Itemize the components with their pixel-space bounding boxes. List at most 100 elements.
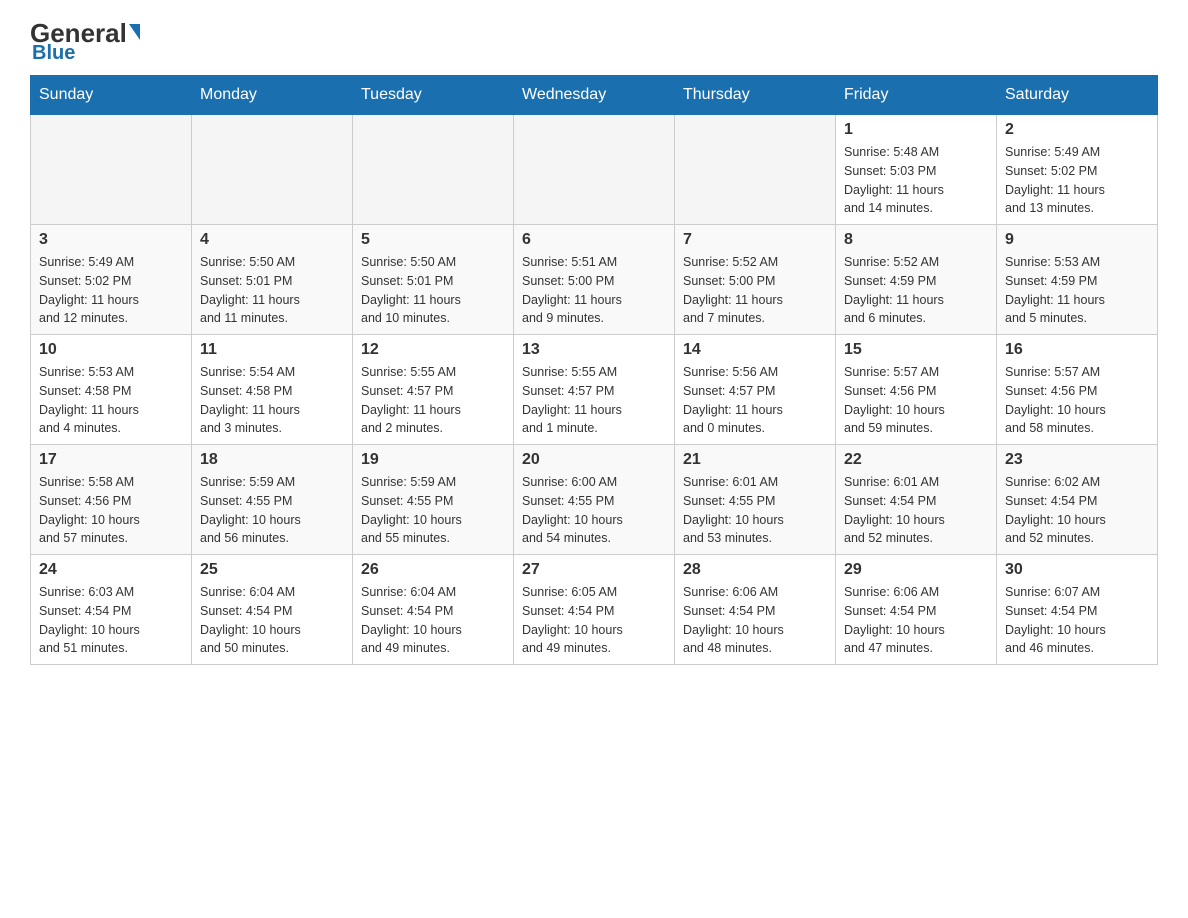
day-info: Sunrise: 6:04 AM Sunset: 4:54 PM Dayligh…	[361, 583, 505, 658]
calendar-cell: 16Sunrise: 5:57 AM Sunset: 4:56 PM Dayli…	[997, 335, 1158, 445]
day-info: Sunrise: 5:51 AM Sunset: 5:00 PM Dayligh…	[522, 253, 666, 328]
day-number: 22	[844, 451, 988, 469]
calendar-cell: 30 Sunrise: 6:07 AM Sunset: 4:54 PM Dayli…	[997, 555, 1158, 665]
day-info: Sunrise: 5:55 AM Sunset: 4:57 PM Dayligh…	[522, 363, 666, 438]
day-info: Sunrise: 5:57 AM Sunset: 4:56 PM Dayligh…	[1005, 363, 1149, 438]
day-number: 12	[361, 341, 505, 359]
day-number: 27	[522, 561, 666, 579]
calendar-cell: 7 Sunrise: 5:52 AM Sunset: 5:00 PM Daylig…	[675, 225, 836, 335]
calendar-cell: 22Sunrise: 6:01 AM Sunset: 4:54 PM Dayli…	[836, 445, 997, 555]
logo: General Blue	[30, 20, 140, 65]
calendar-cell: 1 Sunrise: 5:48 AM Sunset: 5:03 PM Daylig…	[836, 115, 997, 225]
calendar-cell: 13 Sunrise: 5:55 AM Sunset: 4:57 PM Dayli…	[514, 335, 675, 445]
day-number: 1	[844, 121, 988, 139]
day-number: 23	[1005, 451, 1149, 469]
calendar-cell: 15 Sunrise: 5:57 AM Sunset: 4:56 PM Dayli…	[836, 335, 997, 445]
day-number: 29	[844, 561, 988, 579]
calendar-cell: 24 Sunrise: 6:03 AM Sunset: 4:54 PM Dayli…	[31, 555, 192, 665]
calendar-cell: 2 Sunrise: 5:49 AM Sunset: 5:02 PM Daylig…	[997, 115, 1158, 225]
calendar-cell: 4 Sunrise: 5:50 AM Sunset: 5:01 PM Daylig…	[192, 225, 353, 335]
day-number: 9	[1005, 231, 1149, 249]
logo-triangle-icon	[129, 24, 140, 40]
day-info: Sunrise: 5:52 AM Sunset: 4:59 PM Dayligh…	[844, 253, 988, 328]
calendar-cell: 20 Sunrise: 6:00 AM Sunset: 4:55 PM Dayli…	[514, 445, 675, 555]
calendar-cell: 5 Sunrise: 5:50 AM Sunset: 5:01 PM Daylig…	[353, 225, 514, 335]
weekday-header-thursday: Thursday	[675, 76, 836, 115]
day-info: Sunrise: 5:56 AM Sunset: 4:57 PM Dayligh…	[683, 363, 827, 438]
weekday-header-tuesday: Tuesday	[353, 76, 514, 115]
day-number: 10	[39, 341, 183, 359]
calendar-cell	[192, 115, 353, 225]
day-info: Sunrise: 5:49 AM Sunset: 5:02 PM Dayligh…	[1005, 143, 1149, 218]
calendar-cell	[31, 115, 192, 225]
day-info: Sunrise: 6:06 AM Sunset: 4:54 PM Dayligh…	[844, 583, 988, 658]
calendar-cell: 25 Sunrise: 6:04 AM Sunset: 4:54 PM Dayli…	[192, 555, 353, 665]
calendar-cell: 9 Sunrise: 5:53 AM Sunset: 4:59 PM Daylig…	[997, 225, 1158, 335]
calendar-cell: 12 Sunrise: 5:55 AM Sunset: 4:57 PM Dayli…	[353, 335, 514, 445]
calendar-cell: 19Sunrise: 5:59 AM Sunset: 4:55 PM Dayli…	[353, 445, 514, 555]
day-info: Sunrise: 6:04 AM Sunset: 4:54 PM Dayligh…	[200, 583, 344, 658]
day-info: Sunrise: 6:01 AM Sunset: 4:55 PM Dayligh…	[683, 473, 827, 548]
day-info: Sunrise: 5:53 AM Sunset: 4:58 PM Dayligh…	[39, 363, 183, 438]
day-info: Sunrise: 6:06 AM Sunset: 4:54 PM Dayligh…	[683, 583, 827, 658]
day-info: Sunrise: 5:52 AM Sunset: 5:00 PM Dayligh…	[683, 253, 827, 328]
calendar-cell	[353, 115, 514, 225]
day-number: 26	[361, 561, 505, 579]
calendar-cell: 6 Sunrise: 5:51 AM Sunset: 5:00 PM Daylig…	[514, 225, 675, 335]
calendar-cell: 3 Sunrise: 5:49 AM Sunset: 5:02 PM Daylig…	[31, 225, 192, 335]
day-number: 5	[361, 231, 505, 249]
day-number: 14	[683, 341, 827, 359]
day-number: 15	[844, 341, 988, 359]
calendar-week-row: 10 Sunrise: 5:53 AM Sunset: 4:58 PM Dayli…	[31, 335, 1158, 445]
logo-blue-text: Blue	[32, 42, 75, 65]
day-number: 28	[683, 561, 827, 579]
day-number: 8	[844, 231, 988, 249]
calendar-cell: 26 Sunrise: 6:04 AM Sunset: 4:54 PM Dayli…	[353, 555, 514, 665]
day-number: 20	[522, 451, 666, 469]
day-info: Sunrise: 6:02 AM Sunset: 4:54 PM Dayligh…	[1005, 473, 1149, 548]
calendar-cell: 10 Sunrise: 5:53 AM Sunset: 4:58 PM Dayli…	[31, 335, 192, 445]
day-number: 4	[200, 231, 344, 249]
calendar-cell: 27 Sunrise: 6:05 AM Sunset: 4:54 PM Dayli…	[514, 555, 675, 665]
calendar-cell: 23 Sunrise: 6:02 AM Sunset: 4:54 PM Dayli…	[997, 445, 1158, 555]
day-number: 24	[39, 561, 183, 579]
day-info: Sunrise: 5:50 AM Sunset: 5:01 PM Dayligh…	[361, 253, 505, 328]
weekday-header-friday: Friday	[836, 76, 997, 115]
day-info: Sunrise: 5:59 AM Sunset: 4:55 PM Dayligh…	[200, 473, 344, 548]
day-info: Sunrise: 6:05 AM Sunset: 4:54 PM Dayligh…	[522, 583, 666, 658]
calendar-cell: 18Sunrise: 5:59 AM Sunset: 4:55 PM Dayli…	[192, 445, 353, 555]
day-number: 2	[1005, 121, 1149, 139]
calendar-cell	[514, 115, 675, 225]
day-info: Sunrise: 5:50 AM Sunset: 5:01 PM Dayligh…	[200, 253, 344, 328]
calendar-week-row: 1 Sunrise: 5:48 AM Sunset: 5:03 PM Daylig…	[31, 115, 1158, 225]
calendar-cell	[675, 115, 836, 225]
day-number: 3	[39, 231, 183, 249]
day-info: Sunrise: 5:57 AM Sunset: 4:56 PM Dayligh…	[844, 363, 988, 438]
calendar-table: SundayMondayTuesdayWednesdayThursdayFrid…	[30, 75, 1158, 665]
day-info: Sunrise: 6:03 AM Sunset: 4:54 PM Dayligh…	[39, 583, 183, 658]
day-info: Sunrise: 5:59 AM Sunset: 4:55 PM Dayligh…	[361, 473, 505, 548]
day-info: Sunrise: 6:07 AM Sunset: 4:54 PM Dayligh…	[1005, 583, 1149, 658]
calendar-week-row: 3 Sunrise: 5:49 AM Sunset: 5:02 PM Daylig…	[31, 225, 1158, 335]
weekday-header-wednesday: Wednesday	[514, 76, 675, 115]
calendar-cell: 11Sunrise: 5:54 AM Sunset: 4:58 PM Dayli…	[192, 335, 353, 445]
day-number: 6	[522, 231, 666, 249]
day-number: 17	[39, 451, 183, 469]
weekday-header-monday: Monday	[192, 76, 353, 115]
day-number: 25	[200, 561, 344, 579]
day-info: Sunrise: 5:48 AM Sunset: 5:03 PM Dayligh…	[844, 143, 988, 218]
calendar-week-row: 24 Sunrise: 6:03 AM Sunset: 4:54 PM Dayli…	[31, 555, 1158, 665]
day-number: 30	[1005, 561, 1149, 579]
calendar-cell: 28 Sunrise: 6:06 AM Sunset: 4:54 PM Dayli…	[675, 555, 836, 665]
day-info: Sunrise: 5:49 AM Sunset: 5:02 PM Dayligh…	[39, 253, 183, 328]
weekday-header-sunday: Sunday	[31, 76, 192, 115]
calendar-cell: 17Sunrise: 5:58 AM Sunset: 4:56 PM Dayli…	[31, 445, 192, 555]
calendar-cell: 21 Sunrise: 6:01 AM Sunset: 4:55 PM Dayli…	[675, 445, 836, 555]
day-info: Sunrise: 6:00 AM Sunset: 4:55 PM Dayligh…	[522, 473, 666, 548]
page-header: General Blue	[30, 20, 1158, 65]
day-number: 21	[683, 451, 827, 469]
day-number: 13	[522, 341, 666, 359]
day-info: Sunrise: 5:53 AM Sunset: 4:59 PM Dayligh…	[1005, 253, 1149, 328]
day-info: Sunrise: 5:55 AM Sunset: 4:57 PM Dayligh…	[361, 363, 505, 438]
day-number: 7	[683, 231, 827, 249]
